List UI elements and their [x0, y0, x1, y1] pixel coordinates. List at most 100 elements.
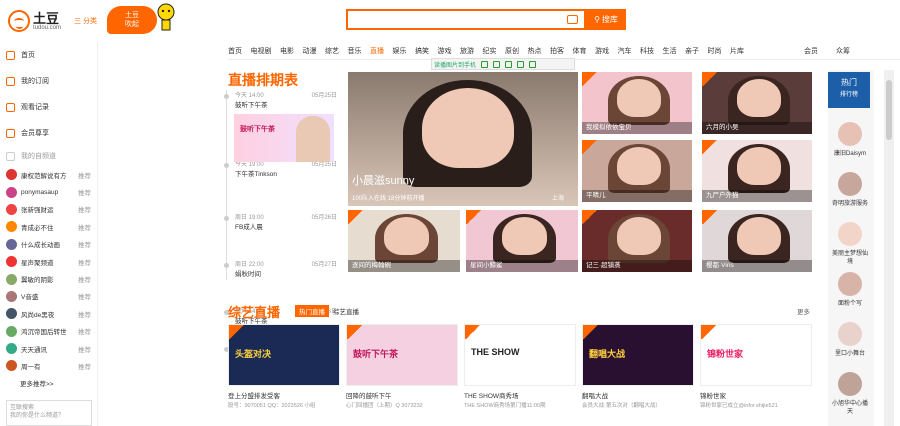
- nav-item[interactable]: 电视剧: [251, 46, 272, 59]
- nav-item[interactable]: 亲子: [685, 46, 699, 59]
- stream-tile[interactable]: 六月的小吴: [702, 72, 812, 134]
- featured-location: 上海: [552, 196, 565, 202]
- ranking-avatar[interactable]: [838, 322, 862, 346]
- tab-hot-live[interactable]: 热门直播: [295, 305, 329, 317]
- stream-tile[interactable]: 我模拟依依宝贝: [582, 72, 692, 134]
- ranking-avatar[interactable]: [838, 272, 862, 296]
- nav-item[interactable]: 生活: [663, 46, 677, 59]
- nav-item[interactable]: 汽车: [618, 46, 632, 59]
- avatar: [6, 290, 17, 302]
- stream-tile[interactable]: 平晴儿: [582, 140, 692, 202]
- variety-card[interactable]: THE SHOW: [464, 324, 576, 386]
- hot-sublabel: 排行榜: [839, 92, 858, 98]
- promo-bubble[interactable]: 土豆 吹起: [107, 6, 157, 34]
- variety-card-title[interactable]: 锦粉世家: [700, 390, 726, 400]
- live-badge: [702, 72, 718, 86]
- schedule-item[interactable]: 今天 14:00 05月25日 鼓听下午茶: [224, 90, 341, 109]
- variety-card[interactable]: 锦粉世家: [700, 324, 812, 386]
- ranking-name[interactable]: 小旭华中心播天: [830, 400, 870, 416]
- sidebar-sub-item[interactable]: 翼敏的阴影 推荐: [0, 270, 97, 287]
- hot-ranking-header[interactable]: 热门 排行榜: [828, 72, 870, 108]
- sub-name: V音盛: [21, 294, 39, 302]
- ranking-avatar[interactable]: [838, 172, 862, 196]
- sidebar-more-link[interactable]: 更多推荐>>: [0, 375, 97, 392]
- nav-item[interactable]: 电影: [280, 46, 294, 59]
- ranking-name[interactable]: 美丽主梦想仙境: [830, 250, 870, 266]
- live-badge: [465, 325, 481, 339]
- scrollbar[interactable]: [884, 70, 894, 426]
- logo[interactable]: 土豆 tudou.com: [8, 6, 72, 36]
- settings-icon[interactable]: [529, 60, 537, 68]
- sidebar-item-subscriptions[interactable]: 我的订阅: [0, 68, 97, 94]
- schedule-item[interactable]: 周日 22:00 05月27日 娟秋时间: [224, 259, 341, 278]
- featured-streamer-name[interactable]: 小晨滋sunny: [352, 172, 414, 188]
- nav-item[interactable]: 科技: [640, 46, 654, 59]
- variety-card[interactable]: 头盔对决: [228, 324, 340, 386]
- ranking-avatar[interactable]: [838, 122, 862, 146]
- nav-item[interactable]: 首页: [228, 46, 242, 59]
- nav-item[interactable]: 搞笑: [415, 46, 429, 59]
- schedule-item[interactable]: 周日 19:00 05月26日 FB成人晨: [224, 212, 341, 231]
- sidebar-sub-item[interactable]: 张新强财运 推荐: [0, 201, 97, 218]
- search-input[interactable]: [348, 11, 558, 28]
- ranking-avatar[interactable]: [838, 372, 862, 396]
- sidebar-item-home[interactable]: 首页: [0, 42, 97, 68]
- ranking-name[interactable]: 康旧Daisym: [830, 150, 870, 158]
- expand-icon[interactable]: [493, 60, 501, 68]
- schedule-poster[interactable]: 鼓听下午茶: [234, 114, 334, 162]
- variety-card-title[interactable]: 回降的鼓听下午: [346, 390, 392, 400]
- sidebar-more-label: 更多推荐>>: [20, 381, 54, 389]
- save-icon[interactable]: [505, 60, 513, 68]
- stream-caption: 星间小鲸鲨: [466, 260, 578, 272]
- sidebar-sub-item[interactable]: V音盛 推荐: [0, 288, 97, 305]
- sidebar-sub-item[interactable]: 什么成长动画 推荐: [0, 236, 97, 253]
- sidebar-sub-item[interactable]: 风尚de黑夜 推荐: [0, 305, 97, 322]
- sidebar-sub-item[interactable]: 康权范解说有方 推荐: [0, 166, 97, 183]
- nav-crowdfund-link[interactable]: 众筹: [836, 46, 850, 56]
- sidebar-sub-item[interactable]: 星声聚频道 推荐: [0, 253, 97, 270]
- nav-vip-link[interactable]: 会员: [804, 46, 818, 56]
- variety-card[interactable]: 翻唱大战: [582, 324, 694, 386]
- image-toolbar[interactable]: 读播图片到手机: [431, 58, 575, 70]
- variety-card-title[interactable]: THE SHOW商秀场: [464, 390, 519, 400]
- variety-card-title[interactable]: 登上分盟排发受客: [228, 390, 280, 400]
- ranking-name[interactable]: 面粉个写: [830, 300, 870, 308]
- live-badge: [582, 72, 598, 86]
- nav-item[interactable]: 直播: [370, 46, 384, 59]
- search-box[interactable]: [346, 9, 586, 30]
- stream-tile[interactable]: 樱都·Vins: [702, 210, 812, 272]
- sidebar-sub-item[interactable]: 天天通讯 推荐: [0, 340, 97, 357]
- stream-tile[interactable]: 九尸户外猫: [702, 140, 812, 202]
- nav-item[interactable]: 时尚: [708, 46, 722, 59]
- variety-card-title[interactable]: 翻唱大战: [582, 390, 608, 400]
- stream-tile[interactable]: 记三·超镇蒸: [582, 210, 692, 272]
- nav-item[interactable]: 片库: [730, 46, 744, 59]
- more-link[interactable]: 更多: [797, 306, 810, 316]
- search-button[interactable]: ⚲ 搜库: [586, 9, 626, 30]
- camera-icon[interactable]: [567, 15, 578, 24]
- stream-tile[interactable]: 逐间的梅翰碗: [348, 210, 460, 272]
- share-icon[interactable]: [517, 60, 525, 68]
- sidebar-search-box[interactable]: 互联搜索 我的你是什么频道？: [6, 400, 92, 426]
- sidebar-sub-item[interactable]: ponymasaup 推荐: [0, 183, 97, 200]
- nav-item[interactable]: 音乐: [348, 46, 362, 59]
- category-button[interactable]: 三 分类: [74, 16, 97, 26]
- ranking-name[interactable]: 里口小舞台: [830, 350, 870, 358]
- variety-card[interactable]: 鼓听下午茶: [346, 324, 458, 386]
- sidebar-item-history[interactable]: 观看记录: [0, 94, 97, 120]
- sidebar-sub-item[interactable]: 青成必不住 推荐: [0, 218, 97, 235]
- sidebar-sub-item[interactable]: 鸿沉帝国后转世 推荐: [0, 323, 97, 340]
- scrollbar-thumb[interactable]: [886, 80, 892, 140]
- nav-item[interactable]: 动漫: [303, 46, 317, 59]
- cloud-icon[interactable]: [481, 60, 489, 68]
- nav-item[interactable]: 游戏: [595, 46, 609, 59]
- tab-variety-live[interactable]: 综艺直播: [333, 306, 359, 316]
- sidebar-sub-item[interactable]: 周一有 推荐: [0, 357, 97, 374]
- stream-tile[interactable]: 星间小鲸鲨: [466, 210, 578, 272]
- nav-item[interactable]: 娱乐: [393, 46, 407, 59]
- nav-item[interactable]: 综艺: [325, 46, 339, 59]
- sidebar-item-vip[interactable]: 会员尊享: [0, 120, 97, 146]
- ranking-name[interactable]: 奇明旅游服务: [830, 200, 870, 208]
- ranking-avatar[interactable]: [838, 222, 862, 246]
- schedule-day: 周日 22:00: [235, 262, 264, 268]
